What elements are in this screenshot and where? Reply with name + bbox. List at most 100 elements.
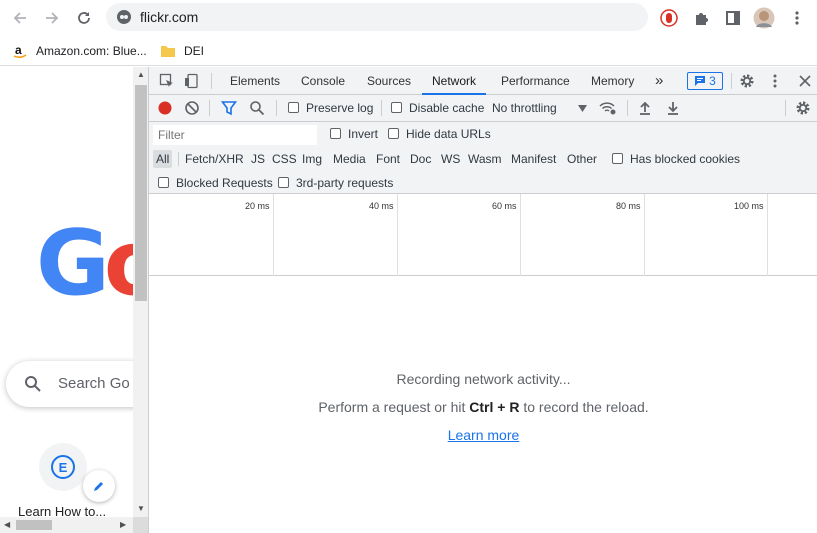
type-filter-img[interactable]: Img	[302, 150, 322, 168]
bookmark-folder-dei[interactable]: DEI	[160, 41, 204, 61]
device-icon	[185, 73, 198, 89]
type-filter-fetch-xhr[interactable]: Fetch/XHR	[185, 150, 244, 168]
tab-memory[interactable]: Memory	[591, 67, 634, 95]
scroll-thumb[interactable]	[135, 85, 147, 301]
site-info-icon[interactable]	[116, 9, 132, 25]
type-filter-other[interactable]: Other	[567, 150, 597, 168]
third-party-label[interactable]: 3rd-party requests	[296, 176, 393, 190]
hide-data-urls-label[interactable]: Hide data URLs	[406, 127, 491, 141]
tab-console[interactable]: Console	[301, 67, 345, 95]
reload-hint-prefix: Perform a request or hit	[318, 399, 470, 415]
address-bar[interactable]: flickr.com	[106, 3, 648, 31]
type-filter-js[interactable]: JS	[251, 150, 265, 168]
type-filter-manifest[interactable]: Manifest	[511, 150, 556, 168]
google-search-box[interactable]: Search Go	[6, 361, 133, 407]
blocked-requests-label[interactable]: Blocked Requests	[176, 176, 273, 190]
google-logo: Go	[36, 219, 133, 309]
devtools-menu-button[interactable]	[766, 72, 784, 90]
type-filter-font[interactable]: Font	[376, 150, 400, 168]
url-text[interactable]: flickr.com	[140, 9, 198, 25]
shortcut-tile[interactable]: E	[39, 443, 87, 491]
type-filter-media[interactable]: Media	[333, 150, 366, 168]
reload-hint-suffix: to record the reload.	[519, 399, 649, 415]
scroll-up-icon[interactable]: ▲	[137, 70, 145, 79]
type-filter-wasm[interactable]: Wasm	[468, 150, 502, 168]
bookmark-label: Amazon.com: Blue...	[36, 44, 147, 58]
separator	[178, 152, 179, 166]
disable-cache-checkbox[interactable]	[391, 102, 402, 113]
learn-more-link[interactable]: Learn more	[448, 427, 520, 443]
puzzle-icon	[696, 13, 708, 25]
inspect-element-button[interactable]	[158, 72, 176, 90]
bookmark-amazon[interactable]: a Amazon.com: Blue...	[12, 41, 147, 61]
tab-performance[interactable]: Performance	[501, 67, 570, 95]
separator	[627, 100, 628, 116]
recording-message: Recording network activity...	[396, 371, 571, 387]
network-filter-bar: Invert Hide data URLs All Fetch/XHR JS C…	[149, 122, 817, 194]
forward-arrow-icon	[46, 12, 59, 24]
side-panel-button[interactable]	[721, 6, 745, 30]
import-har-button[interactable]	[636, 99, 654, 117]
browser-menu-button[interactable]	[785, 6, 809, 30]
scrollbar-corner	[133, 517, 148, 533]
tab-sources[interactable]: Sources	[367, 67, 411, 95]
tab-network[interactable]: Network	[422, 67, 487, 95]
reload-shortcut: Ctrl + R	[469, 399, 520, 415]
chevron-down-icon[interactable]	[578, 105, 587, 112]
has-blocked-cookies-label[interactable]: Has blocked cookies	[630, 152, 740, 166]
issues-counter-button[interactable]: 3	[687, 72, 723, 90]
timeline-gridline	[644, 194, 645, 276]
throttling-select[interactable]: No throttling	[492, 101, 557, 115]
separator	[209, 100, 210, 116]
network-settings-button[interactable]	[794, 99, 812, 117]
timeline-gridline	[767, 194, 768, 276]
network-overview-timeline[interactable]: 20 ms 40 ms 60 ms 80 ms 100 ms	[149, 194, 817, 276]
tab-elements[interactable]: Elements	[230, 67, 280, 95]
extensions-button[interactable]	[689, 6, 713, 30]
forward-button[interactable]	[40, 6, 64, 30]
preserve-log-checkbox[interactable]	[288, 102, 299, 113]
back-button[interactable]	[8, 6, 32, 30]
scroll-down-icon[interactable]: ▼	[137, 504, 145, 513]
extension-record-button[interactable]	[657, 6, 681, 30]
reload-icon	[78, 12, 90, 24]
type-filter-all[interactable]: All	[153, 150, 173, 168]
scroll-right-icon[interactable]: ▶	[120, 520, 126, 529]
close-devtools-button[interactable]	[796, 72, 814, 90]
search-button[interactable]	[248, 99, 266, 117]
preserve-log-label[interactable]: Preserve log	[306, 101, 373, 115]
network-conditions-button[interactable]	[599, 99, 617, 117]
record-button[interactable]	[156, 99, 174, 117]
has-blocked-cookies-checkbox[interactable]	[612, 153, 623, 164]
timeline-gridline	[273, 194, 274, 276]
third-party-checkbox[interactable]	[278, 177, 289, 188]
edit-shortcut-button[interactable]	[83, 470, 115, 502]
type-filter-ws[interactable]: WS	[441, 150, 460, 168]
type-filter-doc[interactable]: Doc	[410, 150, 431, 168]
clear-button[interactable]	[183, 99, 201, 117]
search-placeholder: Search Go	[58, 375, 130, 392]
network-toolbar: Preserve log Disable cache No throttling	[149, 95, 817, 122]
invert-checkbox[interactable]	[330, 128, 341, 139]
more-tabs-button[interactable]: »	[655, 67, 663, 95]
export-har-button[interactable]	[664, 99, 682, 117]
scroll-thumb[interactable]	[16, 520, 52, 530]
page-vertical-scrollbar[interactable]: ▲ ▼	[133, 67, 148, 517]
invert-label[interactable]: Invert	[348, 127, 378, 141]
inspect-cursor-icon	[159, 73, 173, 87]
filter-input[interactable]	[153, 125, 317, 145]
device-toolbar-button[interactable]	[183, 72, 201, 90]
blocked-requests-checkbox[interactable]	[158, 177, 169, 188]
page-horizontal-scrollbar[interactable]: ◀ ▶	[0, 517, 133, 533]
reload-button[interactable]	[72, 6, 96, 30]
type-filter-css[interactable]: CSS	[272, 150, 297, 168]
avatar-icon	[753, 7, 775, 29]
scroll-left-icon[interactable]: ◀	[4, 520, 10, 529]
devtools-settings-button[interactable]	[738, 72, 756, 90]
kebab-menu-icon	[773, 74, 777, 88]
profile-button[interactable]	[752, 6, 776, 30]
folder-icon	[160, 43, 176, 59]
disable-cache-label[interactable]: Disable cache	[409, 101, 484, 115]
filter-toggle-button[interactable]	[220, 99, 238, 117]
hide-data-urls-checkbox[interactable]	[388, 128, 399, 139]
